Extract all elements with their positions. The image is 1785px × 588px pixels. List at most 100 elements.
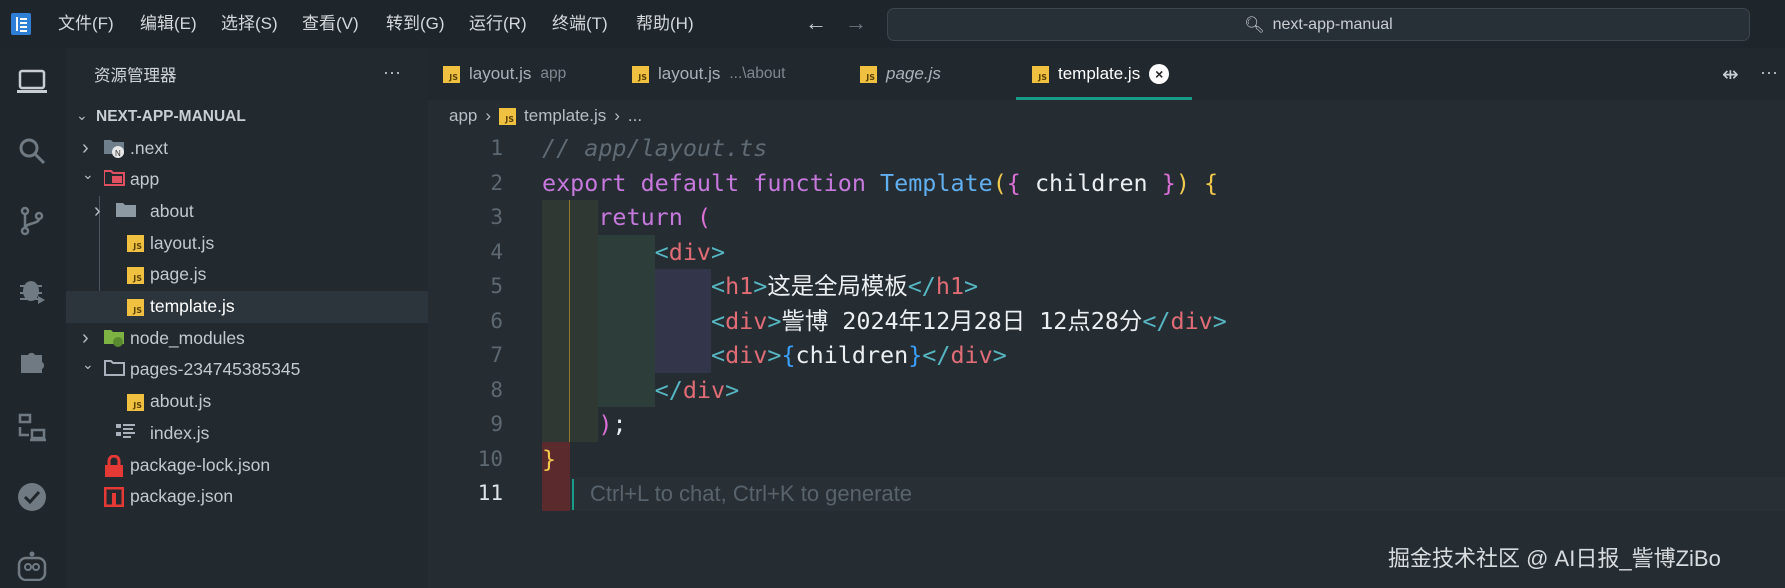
tree-item[interactable]: JS about.js (66, 386, 428, 418)
text-cursor (572, 479, 574, 510)
js-file-icon: JS (1032, 65, 1049, 83)
explorer-title: 资源管理器 (94, 67, 177, 85)
forward-arrow-icon[interactable]: → (845, 10, 867, 36)
menu-item[interactable]: 选择(S) (221, 0, 278, 48)
code-token: default (640, 168, 740, 197)
workspace-root-label: NEXT-APP-MANUAL (96, 107, 246, 125)
code-line[interactable]: <div>{children}</div> (542, 338, 1007, 373)
tree-item-label: node_modules (130, 327, 245, 348)
debug-icon[interactable] (14, 272, 50, 308)
tab-hint: ...\about (729, 65, 786, 82)
menu-item[interactable]: 编辑(E) (140, 0, 197, 48)
js-file-icon: JS (127, 298, 144, 316)
code-token: < (654, 237, 669, 266)
tree-item[interactable]: JS layout.js (66, 227, 428, 259)
chevron-right-icon: › (82, 137, 89, 159)
line-number: 4 (490, 239, 503, 264)
breadcrumb-file[interactable]: template.js (524, 106, 606, 126)
remote-explorer-icon[interactable] (14, 410, 50, 446)
code-token: ( (696, 203, 712, 231)
search-sidebar-icon[interactable] (14, 133, 50, 169)
code-line[interactable]: } (542, 442, 556, 477)
breadcrumb-symbol[interactable]: ... (628, 106, 642, 126)
app-folder-icon (103, 169, 126, 192)
command-search-box[interactable]: 🔍︎ next-app-manual (887, 8, 1750, 41)
tree-item-label: about (150, 200, 194, 221)
code-token: } (1161, 168, 1176, 197)
npm-icon (103, 486, 126, 509)
code-line[interactable]: export default function Template({ child… (542, 166, 1218, 201)
code-line[interactable]: <div> (542, 235, 725, 270)
tree-item[interactable]: JS template.js (66, 290, 428, 323)
tree-item-label: layout.js (150, 232, 215, 253)
svg-text:N: N (115, 149, 121, 158)
close-icon[interactable]: × (1149, 64, 1170, 84)
extensions-icon[interactable] (14, 342, 50, 378)
code-line[interactable]: <h1>这是全局模板</h1> (542, 269, 978, 304)
tree-item[interactable]: ⌄ pages-234745385345 (66, 354, 428, 386)
menu-item[interactable]: 文件(F) (58, 0, 114, 48)
code-token: > (767, 306, 782, 335)
tab-layout-js[interactable]: JS layout.js app (443, 48, 566, 100)
menu-item[interactable]: 终端(T) (552, 0, 608, 48)
tree-item-label: about.js (150, 391, 212, 412)
split-editor-icon[interactable]: ⇹ (1722, 62, 1739, 87)
tab-hint: app (540, 65, 567, 82)
code-line[interactable]: // app/layout.ts (542, 131, 767, 166)
tree-item[interactable]: › about (66, 195, 428, 227)
code-token: export (542, 168, 627, 197)
code-token: children (1020, 168, 1162, 197)
chevron-right-icon: › (614, 106, 620, 125)
code-token: return (598, 203, 683, 231)
tab-page-js[interactable]: JS page.js (860, 48, 941, 100)
code-token: div (668, 237, 712, 266)
tree-item[interactable]: › N .next (66, 132, 428, 164)
explorer-more-button[interactable]: ··· (383, 62, 401, 83)
tab-template-js[interactable]: JS template.js × (1032, 48, 1170, 100)
ai-robot-icon[interactable] (14, 548, 50, 584)
menu-item[interactable]: 帮助(H) (636, 0, 694, 48)
menu-item[interactable]: 查看(V) (302, 0, 359, 48)
code-token: } (908, 341, 923, 369)
menu-item[interactable]: 运行(R) (469, 0, 527, 48)
breadcrumb-folder[interactable]: app (449, 106, 477, 126)
app-logo-icon (11, 13, 31, 35)
tree-item[interactable]: › node_modules (66, 322, 428, 354)
tab-layout-js[interactable]: JS layout.js ...\about (632, 48, 785, 100)
code-token: </ (1142, 306, 1171, 335)
tree-item[interactable]: JS page.js (66, 259, 428, 291)
code-line[interactable]: return ( (542, 200, 711, 235)
explorer-icon[interactable] (14, 64, 50, 100)
code-token: div (682, 375, 726, 404)
source-control-icon[interactable] (14, 203, 50, 239)
tab-label: layout.js (658, 64, 721, 83)
tree-item-label: package-lock.json (130, 454, 271, 475)
code-line[interactable]: ); (542, 407, 626, 442)
code-token: } (542, 444, 557, 473)
tree-item[interactable]: ⌄ app (66, 164, 428, 196)
code-token: > (992, 341, 1007, 369)
tree-item[interactable]: package.json (66, 481, 428, 513)
tree-item-label: app (130, 169, 160, 190)
testing-check-icon[interactable] (14, 479, 50, 515)
code-token: > (753, 272, 768, 300)
tree-item[interactable]: package-lock.json (66, 449, 428, 481)
line-number: 3 (490, 205, 503, 229)
code-line[interactable]: <div>訾博 2024年12月28日 12点28分</div> (542, 304, 1227, 339)
menu-item[interactable]: 转到(G) (386, 0, 445, 48)
js-file-icon: JS (499, 107, 517, 125)
line-number: 9 (490, 412, 503, 436)
code-token: Template (880, 168, 993, 197)
next-folder-icon: N (104, 138, 126, 160)
code-token: < (711, 306, 726, 335)
js-file-icon: JS (443, 65, 460, 83)
tree-item[interactable]: index.js (66, 417, 428, 449)
workspace-root[interactable]: ⌄ NEXT-APP-MANUAL (66, 101, 428, 132)
code-line[interactable]: </div> (542, 373, 740, 408)
tab-more-button[interactable]: ··· (1760, 62, 1778, 83)
back-arrow-icon[interactable]: ← (805, 10, 827, 36)
lock-icon (104, 454, 126, 477)
